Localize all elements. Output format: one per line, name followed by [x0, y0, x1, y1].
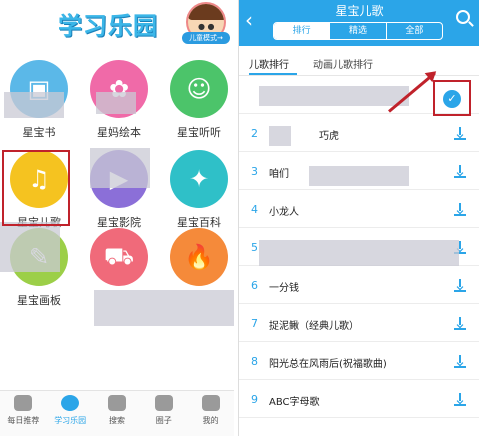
grid-item[interactable]: ⛟: [84, 228, 154, 292]
nursery-rhyme-screen: ‹ 星宝儿歌 排行 精选 全部 儿歌排行 动画儿歌排行 2 巧虎 3 咱们 4 小龙人 5 6 一分…: [238, 0, 479, 436]
check-icon[interactable]: ✓: [443, 90, 461, 108]
segment-control: 排行 精选 全部: [273, 22, 443, 40]
song-title: 阳光总在风雨后(祝福歌曲): [269, 359, 387, 370]
song-rank: 3: [251, 165, 258, 178]
song-rank: 2: [251, 127, 258, 140]
segment-tab[interactable]: 排行: [274, 23, 331, 39]
grid-label: 星宝书: [22, 126, 56, 139]
grid-label: 星宝画板: [17, 294, 61, 307]
nav-item[interactable]: 每日推荐: [0, 391, 47, 436]
header: 学习乐园 ● ● 儿童模式→: [0, 0, 234, 48]
song-rank: 6: [251, 279, 258, 292]
avatar-hair: [188, 4, 224, 20]
song-title: 咱们: [269, 169, 289, 180]
nav-item[interactable]: 我的: [187, 391, 234, 436]
blur-mask: [4, 92, 64, 118]
search-icon[interactable]: [456, 10, 470, 24]
nav-item[interactable]: 圈子: [140, 391, 187, 436]
song-row[interactable]: 8 阳光总在风雨后(祝福歌曲): [239, 344, 479, 380]
blur-mask: [90, 148, 150, 188]
song-title: 捉泥鳅（经典儿歌）: [269, 321, 359, 332]
blur-mask: [259, 240, 459, 266]
bottom-nav: 每日推荐 学习乐园 搜索 圈子 我的: [0, 390, 234, 436]
song-title: ABC字母歌: [269, 397, 320, 408]
blur-mask: [96, 92, 136, 114]
tab-animated-ranking[interactable]: 动画儿歌排行: [313, 56, 373, 71]
calendar-icon: [14, 395, 33, 411]
highlight-box: ✓: [433, 80, 471, 116]
download-icon[interactable]: [454, 165, 466, 178]
song-rank: 8: [251, 355, 258, 368]
blur-mask: [309, 166, 409, 186]
nav-item[interactable]: 搜索: [94, 391, 141, 436]
grid-label: 星妈绘本: [97, 126, 141, 139]
song-title: 一分钱: [269, 283, 299, 294]
song-row[interactable]: 9 ABC字母歌: [239, 382, 479, 418]
avatar-face: ● ●: [198, 22, 215, 31]
app-title: 学习乐园: [58, 12, 158, 40]
song-row[interactable]: 4 小龙人: [239, 192, 479, 228]
headphone-icon: ☺: [170, 60, 228, 118]
download-icon-part: [454, 404, 466, 406]
circle-icon: [154, 395, 173, 411]
song-row[interactable]: 7 捉泥鳅（经典儿歌）: [239, 306, 479, 342]
download-icon-part: [454, 214, 466, 216]
sub-tabs: 儿歌排行 动画儿歌排行: [239, 48, 479, 76]
song-rank: 5: [251, 241, 258, 254]
grid-item[interactable]: 🔥: [164, 228, 234, 292]
tab-nursery-ranking[interactable]: 儿歌排行: [249, 56, 289, 71]
highlight-box: [2, 150, 70, 226]
learning-park-screen: 学习乐园 ● ● 儿童模式→ ▣星宝书✿星妈绘本☺星宝听听♫星宝儿歌▶星宝影院✦…: [0, 0, 234, 436]
blur-mask: [94, 290, 234, 326]
grid-label: 星宝听听: [177, 126, 221, 139]
grid-item[interactable]: ☺ 星宝听听: [164, 60, 234, 140]
blur-mask: [269, 126, 291, 146]
download-icon-part: [454, 290, 466, 292]
download-icon[interactable]: [454, 355, 466, 368]
download-icon[interactable]: [454, 317, 466, 330]
search-icon: [107, 395, 126, 411]
download-icon[interactable]: [454, 279, 466, 292]
page-title: 星宝儿歌: [335, 4, 384, 18]
segment-tab[interactable]: 全部: [387, 23, 442, 39]
nav-item[interactable]: 学习乐园: [47, 391, 94, 436]
nav-label: 搜索: [108, 416, 125, 425]
nav-label: 圈子: [155, 416, 172, 425]
download-icon-part: [454, 138, 466, 140]
top-bar: ‹ 星宝儿歌 排行 精选 全部: [239, 0, 479, 46]
child-mode-button[interactable]: 儿童模式→: [182, 32, 230, 44]
song-title: 巧虎: [319, 131, 339, 142]
song-title: 小龙人: [269, 207, 299, 218]
nav-label: 我的: [202, 416, 219, 425]
download-icon-part: [454, 328, 466, 330]
download-icon[interactable]: [454, 393, 466, 406]
download-icon[interactable]: [454, 127, 466, 140]
song-rank: 9: [251, 393, 258, 406]
song-rank: 7: [251, 317, 258, 330]
download-icon-part: [454, 366, 466, 368]
smile-icon: [61, 395, 80, 411]
fire-icon: 🔥: [170, 228, 228, 286]
tab-underline: [249, 73, 297, 75]
blur-mask: [0, 222, 60, 272]
download-icon[interactable]: [454, 203, 466, 216]
segment-tab[interactable]: 精选: [330, 23, 387, 39]
nav-label: 学习乐园: [54, 416, 87, 425]
encyclopedia-icon: ✦: [170, 150, 228, 208]
cart-icon: ⛟: [90, 228, 148, 286]
nav-label: 每日推荐: [7, 416, 40, 425]
grid-item[interactable]: ✦ 星宝百科: [164, 150, 234, 230]
song-row[interactable]: 6 一分钱: [239, 268, 479, 304]
star-icon: [201, 395, 220, 411]
blur-mask: [259, 86, 409, 106]
song-rank: 4: [251, 203, 258, 216]
download-icon-part: [454, 176, 466, 178]
